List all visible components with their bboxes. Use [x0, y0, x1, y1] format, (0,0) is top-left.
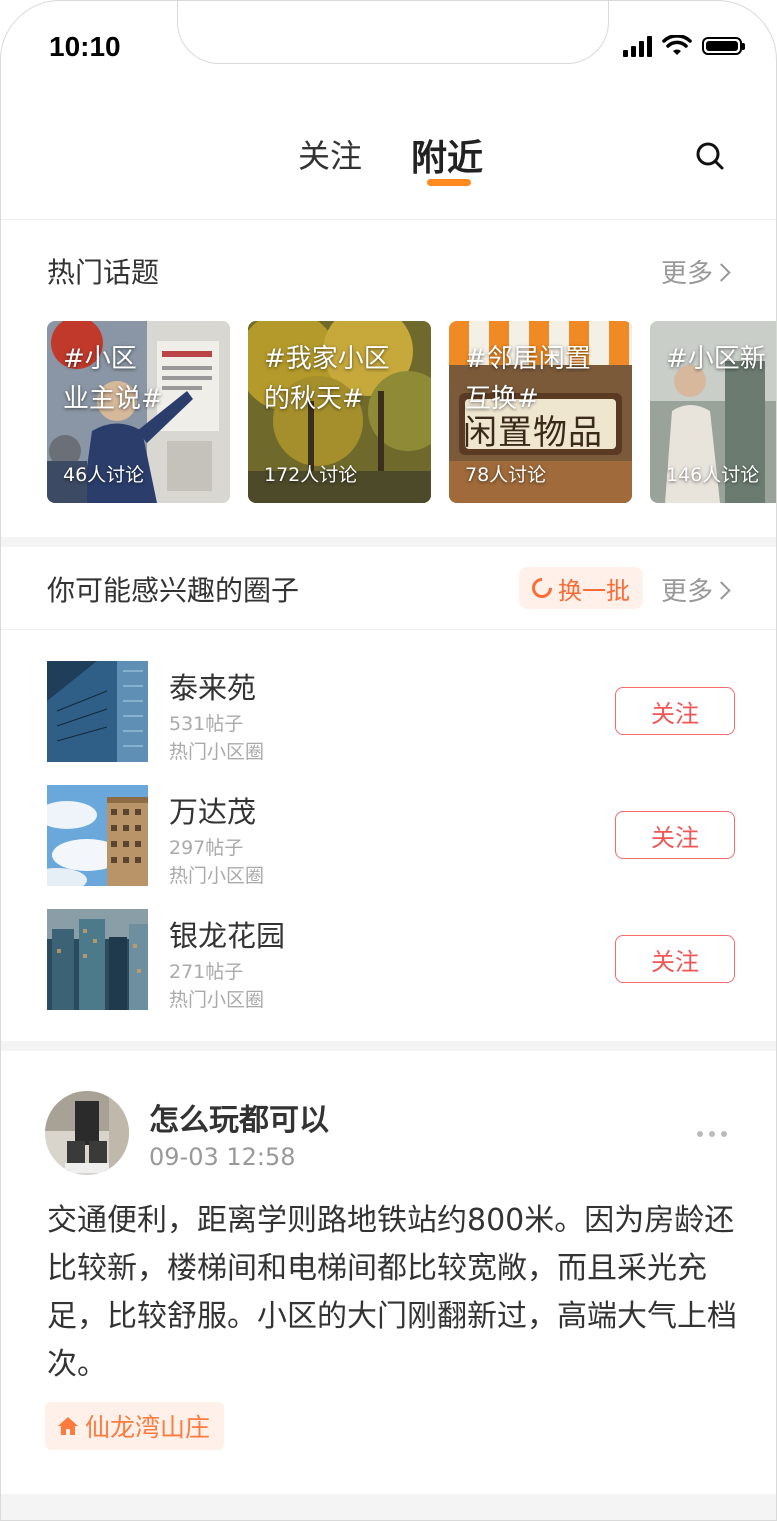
topic-card[interactable]: 闲置物品 #邻居闲置 互换# 78人讨论: [449, 321, 632, 503]
circle-post-count: 297帖子: [169, 837, 244, 859]
tab-follow[interactable]: 关注: [298, 131, 362, 177]
battery-icon: [702, 37, 745, 55]
top-nav: 关注 附近: [1, 119, 776, 220]
topic-title: #小区新: [666, 344, 766, 374]
circle-item[interactable]: 万达茂 297帖子 热门小区圈 关注: [1, 785, 776, 895]
topic-title: #邻居闲置 互换#: [465, 344, 591, 414]
chevron-right-icon: [712, 263, 731, 282]
circle-thumbnail: [47, 785, 148, 886]
tab-active-indicator: [427, 179, 471, 186]
circle-thumbnail: [47, 661, 148, 762]
wifi-icon: [662, 35, 692, 55]
circle-item[interactable]: 泰来苑 531帖子 热门小区圈 关注: [1, 661, 776, 771]
tab-bar-edge: [1, 1494, 776, 1520]
more-options-icon[interactable]: [697, 1131, 727, 1137]
circle-post-count: 271帖子: [169, 961, 244, 983]
circle-type: 热门小区圈: [169, 989, 265, 1011]
location-tag[interactable]: 仙龙湾山庄: [45, 1402, 225, 1450]
circles-more-link[interactable]: 更多: [661, 571, 731, 608]
circle-item[interactable]: 银龙花园 271帖子 热门小区圈 关注: [1, 909, 776, 1019]
status-icons: [623, 35, 745, 57]
more-label: 更多: [661, 577, 714, 607]
section-title: 热门话题: [47, 256, 160, 289]
refresh-label: 换一批: [558, 576, 630, 605]
location-tag-label: 仙龙湾山庄: [85, 1413, 211, 1442]
circle-type: 热门小区圈: [169, 741, 265, 763]
topic-count: 46人讨论: [63, 464, 145, 486]
topic-card[interactable]: #我家小区 的秋天# 172人讨论: [248, 321, 431, 503]
phone-screen: 10:10 关注 附近 热门话题 更多 #小区 业主说# 46人讨论 #我家小区…: [0, 0, 777, 1521]
follow-button[interactable]: 关注: [615, 935, 735, 983]
hot-topics-header: 热门话题 更多: [1, 251, 776, 311]
header-divider: [1, 629, 776, 630]
chevron-right-icon: [712, 581, 731, 600]
post-time: 09-03 12:58: [149, 1143, 296, 1171]
topic-card[interactable]: #小区新 146人讨论: [650, 321, 776, 503]
post-author[interactable]: 怎么玩都可以: [149, 1095, 329, 1139]
circles-header: 你可能感兴趣的圈子 更多: [1, 569, 776, 629]
circle-post-count: 531帖子: [169, 713, 244, 735]
follow-button[interactable]: 关注: [615, 811, 735, 859]
circle-type: 热门小区圈: [169, 865, 265, 887]
topic-title: #我家小区 的秋天#: [264, 344, 390, 414]
topic-list: #小区 业主说# 46人讨论 #我家小区 的秋天# 172人讨论 闲置物品 #邻…: [47, 321, 776, 503]
tab-nearby[interactable]: 附近: [411, 129, 483, 181]
topic-title: #小区 业主说#: [63, 344, 163, 414]
section-title: 你可能感兴趣的圈子: [47, 574, 300, 607]
refresh-button[interactable]: 换一批: [519, 567, 643, 609]
circle-name: 万达茂: [169, 795, 257, 829]
follow-button[interactable]: 关注: [615, 687, 735, 735]
circle-name: 泰来苑: [169, 671, 257, 705]
circle-thumbnail: [47, 909, 148, 1010]
topic-count: 146人讨论: [666, 464, 760, 486]
home-icon: [58, 1417, 78, 1435]
section-divider: [1, 1041, 776, 1051]
topic-count: 172人讨论: [264, 464, 358, 486]
notch: [177, 1, 609, 64]
refresh-icon: [527, 573, 557, 603]
more-label: 更多: [661, 259, 714, 289]
search-icon[interactable]: [695, 141, 725, 171]
hot-topics-more-link[interactable]: 更多: [661, 253, 731, 290]
status-time: 10:10: [49, 31, 121, 62]
topic-count: 78人讨论: [465, 464, 547, 486]
topic-card[interactable]: #小区 业主说# 46人讨论: [47, 321, 230, 503]
post-content: 交通便利，距离学则路地铁站约800米。因为房龄还比较新，楼梯间和电梯间都比较宽敞…: [47, 1203, 737, 1382]
avatar[interactable]: [45, 1091, 129, 1175]
section-divider: [1, 537, 776, 547]
circle-name: 银龙花园: [169, 919, 286, 953]
signal-icon: [623, 35, 652, 57]
